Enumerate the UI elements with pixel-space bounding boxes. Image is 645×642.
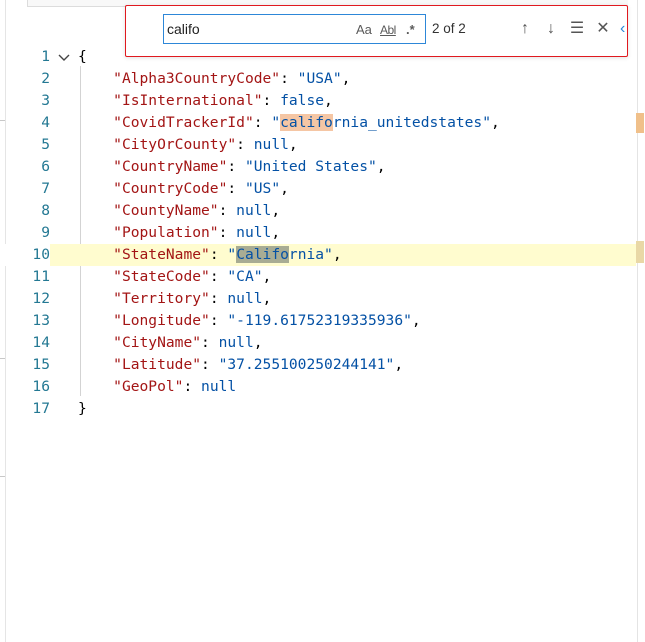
code-line[interactable]: 9 "Population": null, bbox=[0, 222, 636, 244]
line-number: 8 bbox=[41, 202, 50, 219]
selection-lines-icon: ☰ bbox=[569, 20, 585, 37]
code-text: "Territory": null, bbox=[113, 290, 272, 307]
code-text: "Population": null, bbox=[113, 224, 281, 241]
code-line[interactable]: 11 "StateCode": "CA", bbox=[0, 266, 636, 288]
line-number: 5 bbox=[41, 136, 50, 153]
code-text: "Longitude": "-119.61752319335936", bbox=[113, 312, 421, 329]
code-text: "CountryCode": "US", bbox=[113, 180, 289, 197]
code-text: } bbox=[78, 400, 87, 417]
code-line[interactable]: 6 "CountryName": "United States", bbox=[0, 156, 636, 178]
search-match: califo bbox=[280, 114, 333, 131]
find-in-selection-button[interactable]: ☰ bbox=[566, 18, 588, 40]
code-line[interactable]: 8 "CountyName": null, bbox=[0, 200, 636, 222]
overview-match-marker bbox=[636, 113, 644, 133]
line-number: 16 bbox=[32, 378, 50, 395]
code-text: "StateName": "California", bbox=[113, 246, 342, 263]
previous-match-button[interactable]: ↑ bbox=[514, 18, 536, 40]
line-number: 15 bbox=[32, 356, 50, 373]
code-text: "Alpha3CountryCode": "USA", bbox=[113, 70, 351, 87]
whole-word-toggle[interactable]: Abl bbox=[380, 20, 396, 40]
code-line[interactable]: 2 "Alpha3CountryCode": "USA", bbox=[0, 68, 636, 90]
line-number: 3 bbox=[41, 92, 50, 109]
code-text: "CountyName": null, bbox=[113, 202, 281, 219]
find-widget: Aa Abl .* 2 of 2 ↑ ↓ ☰ ✕ ‹ bbox=[125, 5, 628, 57]
code-line[interactable]: 12 "Territory": null, bbox=[0, 288, 636, 310]
code-line[interactable]: 5 "CityOrCounty": null, bbox=[0, 134, 636, 156]
line-number: 14 bbox=[32, 334, 50, 351]
code-line[interactable]: 13 "Longitude": "-119.61752319335936", bbox=[0, 310, 636, 332]
code-line[interactable]: 4 "CovidTrackerId": "california_unitedst… bbox=[0, 112, 636, 134]
code-line[interactable]: 7 "CountryCode": "US", bbox=[0, 178, 636, 200]
close-icon: ✕ bbox=[596, 20, 610, 37]
code-text: { bbox=[78, 48, 87, 65]
match-count: 2 of 2 bbox=[432, 21, 466, 36]
line-number: 13 bbox=[32, 312, 50, 329]
line-number: 1 bbox=[41, 48, 50, 65]
match-case-toggle[interactable]: Aa bbox=[356, 20, 372, 40]
line-number: 7 bbox=[41, 180, 50, 197]
search-match: Califo bbox=[236, 246, 289, 263]
line-number: 9 bbox=[41, 224, 50, 241]
overview-ruler[interactable] bbox=[637, 0, 638, 642]
arrow-up-icon: ↑ bbox=[521, 20, 529, 37]
regex-toggle[interactable]: .* bbox=[406, 20, 415, 40]
code-text: "StateCode": "CA", bbox=[113, 268, 272, 285]
line-number: 10 bbox=[0, 244, 50, 266]
code-line[interactable]: 16 "GeoPol": null bbox=[0, 376, 636, 398]
code-text: "IsInternational": false, bbox=[113, 92, 333, 109]
code-text: "Latitude": "37.255100250244141", bbox=[113, 356, 404, 373]
code-line[interactable]: 15 "Latitude": "37.255100250244141", bbox=[0, 354, 636, 376]
line-number: 17 bbox=[32, 400, 50, 417]
find-input[interactable] bbox=[167, 18, 347, 40]
code-text: "CityOrCounty": null, bbox=[113, 136, 298, 153]
line-number: 12 bbox=[32, 290, 50, 307]
close-find-button[interactable]: ✕ bbox=[592, 18, 614, 40]
code-text: "CityName": null, bbox=[113, 334, 263, 351]
code-line[interactable]: 10 "StateName": "California", bbox=[0, 244, 636, 266]
toggle-replace-chevron-icon[interactable]: ‹ bbox=[620, 18, 625, 40]
code-editor[interactable]: 1{2 "Alpha3CountryCode": "USA", 3 "IsInte… bbox=[0, 0, 636, 642]
line-number: 4 bbox=[41, 114, 50, 131]
arrow-down-icon: ↓ bbox=[547, 20, 555, 37]
line-number: 11 bbox=[32, 268, 50, 285]
code-text: "CountryName": "United States", bbox=[113, 158, 386, 175]
fold-chevron-icon[interactable] bbox=[57, 46, 73, 68]
line-number: 6 bbox=[41, 158, 50, 175]
overview-current-match-marker bbox=[636, 241, 644, 263]
line-number: 2 bbox=[41, 70, 50, 87]
code-line[interactable]: 3 "IsInternational": false, bbox=[0, 90, 636, 112]
find-input-box[interactable]: Aa Abl .* bbox=[163, 14, 426, 44]
code-line[interactable]: 14 "CityName": null, bbox=[0, 332, 636, 354]
code-text: "GeoPol": null bbox=[113, 378, 237, 395]
next-match-button[interactable]: ↓ bbox=[540, 18, 562, 40]
code-line[interactable]: 17} bbox=[0, 398, 636, 420]
code-text: "CovidTrackerId": "california_unitedstat… bbox=[113, 114, 500, 131]
